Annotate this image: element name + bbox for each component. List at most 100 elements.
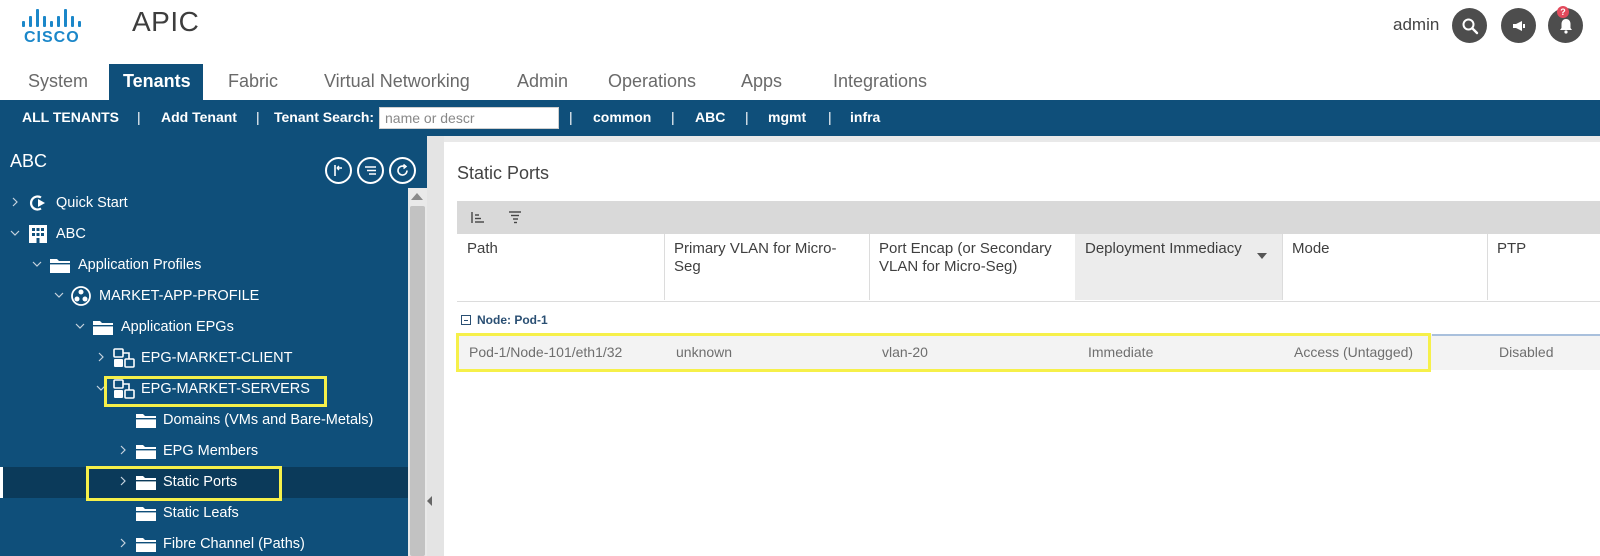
folder-icon [136, 507, 156, 521]
chevron-right-icon[interactable] [96, 352, 106, 362]
tree-item-label: EPG-MARKET-CLIENT [141, 350, 293, 366]
separator: | [569, 109, 573, 125]
tree-item-label: Application EPGs [121, 319, 234, 335]
tree-item-market-app-profile[interactable]: MARKET-APP-PROFILE [0, 281, 408, 312]
tree-item-label: EPG Members [163, 443, 259, 459]
row-separator [1432, 334, 1600, 336]
expand-groups-icon[interactable] [470, 209, 486, 225]
separator: | [828, 109, 832, 125]
sidebar-scrollbar[interactable] [408, 188, 427, 556]
group-row-node-pod-1[interactable]: Node: Pod-1 [461, 313, 548, 327]
navigation-sidebar: ABC Quick Start ABC Application Profiles… [0, 136, 427, 556]
chevron-down-icon[interactable] [10, 228, 20, 238]
navigation-tree: Quick Start ABC Application Profiles MAR… [0, 188, 408, 556]
tree-item-application-epgs[interactable]: Application EPGs [0, 312, 408, 343]
tree-item-epg-market-client[interactable]: EPG-MARKET-CLIENT [0, 343, 408, 374]
tab-apps[interactable]: Apps [727, 64, 796, 100]
tenant-subbar: ALL TENANTS | Add Tenant | Tenant Search… [0, 100, 1600, 136]
folder-icon [136, 445, 156, 459]
column-header-mode[interactable]: Mode [1282, 234, 1487, 300]
separator: | [745, 109, 749, 125]
filter-list-button[interactable] [357, 157, 384, 184]
tenant-search-input[interactable] [379, 107, 559, 129]
tab-fabric[interactable]: Fabric [214, 64, 292, 100]
table-toolbar [457, 201, 1600, 234]
tab-system[interactable]: System [14, 64, 102, 100]
tenant-link-common[interactable]: common [593, 109, 651, 125]
announcements-button[interactable] [1501, 8, 1536, 43]
chevron-down-icon[interactable] [32, 259, 42, 269]
collapse-groups-icon[interactable] [507, 209, 523, 225]
separator: | [256, 109, 260, 125]
app-header: CISCO APIC admin ? [0, 0, 1600, 64]
column-header-deployment-immediacy[interactable]: Deployment Immediacy [1075, 234, 1282, 300]
collapse-icon [334, 165, 342, 176]
main-nav-tabs: System Tenants Fabric Virtual Networking… [0, 64, 1600, 100]
search-icon [1462, 18, 1478, 34]
tree-item-domains[interactable]: Domains (VMs and Bare-Metals) [0, 405, 408, 436]
refresh-icon [397, 163, 408, 176]
tree-item-label: ABC [56, 226, 86, 242]
apic-window: CISCO APIC admin ? System Tenants Fabric… [0, 0, 1600, 556]
collapse-all-button[interactable] [325, 157, 352, 184]
separator: | [671, 109, 675, 125]
all-tenants-link[interactable]: ALL TENANTS [22, 109, 119, 125]
chevron-right-icon[interactable] [10, 197, 20, 207]
collapse-arrow-icon[interactable] [427, 496, 432, 506]
header-divider [457, 301, 1600, 302]
separator: | [137, 109, 141, 125]
user-menu[interactable]: admin [1393, 15, 1439, 35]
folder-icon [136, 414, 156, 428]
column-header-primary-vlan[interactable]: Primary VLAN for Micro-Seg [664, 234, 869, 300]
cisco-logo[interactable]: CISCO [20, 7, 92, 47]
app-profile-icon [71, 286, 91, 306]
tab-admin[interactable]: Admin [503, 64, 582, 100]
tree-item-label: Fibre Channel (Paths) [163, 536, 305, 552]
sidebar-title: ABC [10, 151, 48, 171]
chevron-down-icon[interactable] [75, 321, 85, 331]
scroll-up-icon[interactable] [411, 193, 423, 200]
collapse-group-icon[interactable] [461, 315, 471, 325]
scrollbar-thumb[interactable] [410, 206, 425, 556]
add-tenant-link[interactable]: Add Tenant [161, 109, 237, 125]
column-header-port-encap[interactable]: Port Encap (or Secondary VLAN for Micro-… [869, 234, 1075, 300]
chevron-down-icon[interactable] [54, 290, 64, 300]
tree-item-static-leafs[interactable]: Static Leafs [0, 498, 408, 529]
tree-item-application-profiles[interactable]: Application Profiles [0, 250, 408, 281]
tree-item-label: Application Profiles [78, 257, 202, 273]
tree-item-tenant-abc[interactable]: ABC [0, 219, 408, 250]
cisco-logo-text: CISCO [24, 29, 80, 46]
chevron-right-icon[interactable] [118, 445, 128, 455]
sort-descending-icon[interactable] [1257, 253, 1267, 259]
filter-list-icon [365, 166, 376, 175]
epg-icon [113, 348, 135, 368]
tree-item-label: Domains (VMs and Bare-Metals) [163, 412, 374, 428]
column-header-ptp[interactable]: PTP [1487, 234, 1600, 300]
search-button[interactable] [1452, 8, 1487, 43]
chevron-right-icon[interactable] [118, 538, 128, 548]
folder-icon [136, 538, 156, 552]
notification-badge: ? [1557, 6, 1569, 18]
page-title: Static Ports [457, 163, 550, 183]
bell-icon [1559, 18, 1572, 34]
tree-item-epg-members[interactable]: EPG Members [0, 436, 408, 467]
megaphone-icon [1512, 20, 1525, 31]
tab-virtual-networking[interactable]: Virtual Networking [310, 64, 484, 100]
cell-ptp: Disabled [1499, 344, 1554, 360]
tree-item-label: Static Leafs [163, 505, 239, 521]
tenant-link-abc[interactable]: ABC [695, 109, 725, 125]
tree-item-fibre-channel-paths[interactable]: Fibre Channel (Paths) [0, 529, 408, 556]
cisco-logo-bars-icon [22, 7, 86, 27]
panel-resize-handle[interactable] [427, 136, 444, 556]
tree-item-quick-start[interactable]: Quick Start [0, 188, 408, 219]
folder-icon [93, 321, 113, 335]
highlight-box [86, 466, 282, 501]
tab-integrations[interactable]: Integrations [819, 64, 941, 100]
tab-operations[interactable]: Operations [594, 64, 710, 100]
tenant-link-mgmt[interactable]: mgmt [768, 109, 806, 125]
tab-tenants[interactable]: Tenants [109, 64, 203, 100]
column-header-path[interactable]: Path [457, 234, 664, 300]
tenant-link-infra[interactable]: infra [850, 109, 880, 125]
tenant-search-label: Tenant Search: [274, 109, 375, 125]
refresh-button[interactable] [389, 157, 416, 184]
